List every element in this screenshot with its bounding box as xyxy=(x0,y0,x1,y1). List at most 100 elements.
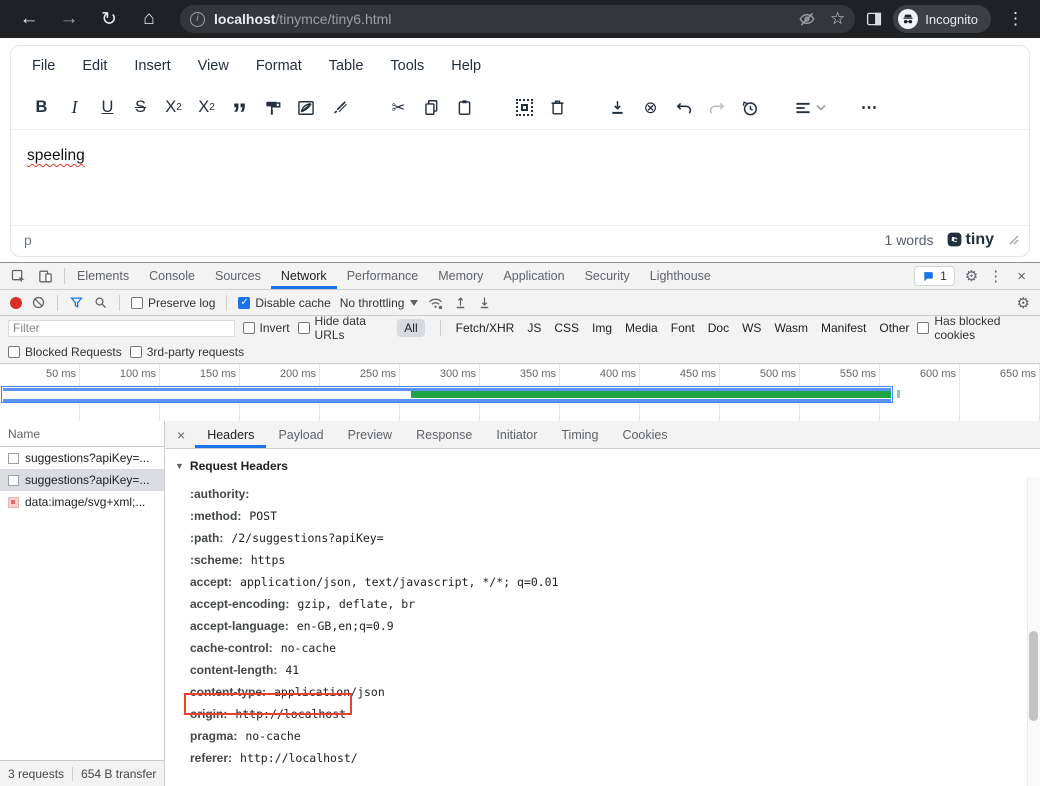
more-toolbar-button[interactable]: ⋯ xyxy=(853,91,886,125)
incognito-badge[interactable]: Incognito xyxy=(893,5,991,33)
underline-button[interactable]: U xyxy=(91,91,124,125)
request-row[interactable]: suggestions?apiKey=... xyxy=(0,447,164,469)
filter-type-doc[interactable]: Doc xyxy=(708,321,729,335)
tab-network[interactable]: Network xyxy=(271,263,337,289)
third-party-requests-checkbox[interactable]: 3rd-party requests xyxy=(130,345,244,359)
select-all-button[interactable] xyxy=(508,91,541,125)
preserve-log-checkbox[interactable]: Preserve log xyxy=(131,296,215,310)
filter-input[interactable] xyxy=(8,320,235,337)
issues-counter[interactable]: 1 xyxy=(914,266,955,286)
resize-handle-icon[interactable] xyxy=(1009,235,1019,245)
filter-type-wasm[interactable]: Wasm xyxy=(774,321,808,335)
disable-cache-checkbox[interactable]: Disable cache xyxy=(238,296,330,310)
tab-payload[interactable]: Payload xyxy=(266,421,335,448)
filter-toggle-icon[interactable] xyxy=(69,295,84,310)
menu-insert[interactable]: Insert xyxy=(134,58,170,74)
site-info-icon[interactable]: i xyxy=(190,12,205,27)
filter-type-media[interactable]: Media xyxy=(625,321,658,335)
tab-timing[interactable]: Timing xyxy=(549,421,610,448)
filter-type-ws[interactable]: WS xyxy=(742,321,761,335)
devtools-menu-icon[interactable]: ⋮ xyxy=(988,267,1003,285)
tab-cookies[interactable]: Cookies xyxy=(610,421,679,448)
invert-checkbox[interactable]: Invert xyxy=(243,321,290,335)
tab-lighthouse[interactable]: Lighthouse xyxy=(640,263,721,289)
request-row[interactable]: data:image/svg+xml;... xyxy=(0,491,164,513)
network-settings-icon[interactable]: ⚙ xyxy=(1017,294,1030,312)
blockquote-button[interactable]: ” xyxy=(223,91,256,125)
menu-format[interactable]: Format xyxy=(256,58,302,74)
side-panel-icon[interactable] xyxy=(865,10,883,28)
devtools-settings-icon[interactable]: ⚙ xyxy=(965,267,978,285)
tab-response[interactable]: Response xyxy=(404,421,484,448)
tab-memory[interactable]: Memory xyxy=(428,263,493,289)
menu-edit[interactable]: Edit xyxy=(82,58,107,74)
paste-button[interactable] xyxy=(448,91,481,125)
import-har-icon[interactable] xyxy=(453,295,468,310)
filter-type-manifest[interactable]: Manifest xyxy=(821,321,866,335)
menu-help[interactable]: Help xyxy=(451,58,481,74)
cut-button[interactable]: ✂ xyxy=(382,91,415,125)
name-column-header[interactable]: Name xyxy=(0,421,164,447)
export-har-icon[interactable] xyxy=(477,295,492,310)
request-headers-section[interactable]: ▼ Request Headers xyxy=(175,455,1020,477)
scrollbar-thumb[interactable] xyxy=(1029,631,1038,721)
tab-headers[interactable]: Headers xyxy=(195,421,266,448)
reload-button[interactable]: ↻ xyxy=(96,8,122,31)
tab-initiator[interactable]: Initiator xyxy=(484,421,549,448)
clear-network-log-icon[interactable] xyxy=(31,295,46,310)
delete-button[interactable] xyxy=(541,91,574,125)
filter-type-js[interactable]: JS xyxy=(527,321,541,335)
undo-button[interactable] xyxy=(667,91,700,125)
export-button[interactable] xyxy=(601,91,634,125)
align-button[interactable] xyxy=(793,91,826,125)
details-scrollbar[interactable] xyxy=(1027,477,1040,786)
request-row-selected[interactable]: suggestions?apiKey=... xyxy=(0,469,164,491)
back-button[interactable]: ← xyxy=(16,8,42,30)
italic-button[interactable]: I xyxy=(58,91,91,125)
has-blocked-cookies-checkbox[interactable]: Has blocked cookies xyxy=(917,314,1032,342)
editor-content[interactable]: speeling xyxy=(11,130,1029,225)
record-button[interactable] xyxy=(10,297,22,309)
filter-type-other[interactable]: Other xyxy=(879,321,909,335)
menu-table[interactable]: Table xyxy=(329,58,364,74)
filter-type-all[interactable]: All xyxy=(397,319,424,337)
permanent-pen-button[interactable] xyxy=(322,91,355,125)
timeline-selection[interactable] xyxy=(1,386,893,403)
misspelled-word[interactable]: speeling xyxy=(27,147,85,164)
devtools-close-icon[interactable]: × xyxy=(1013,268,1030,285)
superscript-button[interactable]: X2 xyxy=(190,91,223,125)
hide-data-urls-checkbox[interactable]: Hide data URLs xyxy=(298,314,390,342)
close-details-icon[interactable]: × xyxy=(165,427,195,443)
url-bar[interactable]: i localhost/tinymce/tiny6.html ☆ xyxy=(180,5,855,33)
restore-draft-button[interactable] xyxy=(733,91,766,125)
edit-image-button[interactable] xyxy=(289,91,322,125)
tab-elements[interactable]: Elements xyxy=(67,263,139,289)
tab-console[interactable]: Console xyxy=(139,263,205,289)
copy-button[interactable] xyxy=(415,91,448,125)
tab-sources[interactable]: Sources xyxy=(205,263,271,289)
inspect-element-icon[interactable] xyxy=(10,268,27,285)
format-painter-button[interactable] xyxy=(256,91,289,125)
search-icon[interactable] xyxy=(93,295,108,310)
bookmark-star-icon[interactable]: ☆ xyxy=(830,9,845,29)
redo-button[interactable] xyxy=(700,91,733,125)
element-path[interactable]: p xyxy=(24,232,32,248)
forward-button[interactable]: → xyxy=(56,8,82,30)
filter-type-fetchxhr[interactable]: Fetch/XHR xyxy=(456,321,515,335)
tab-security[interactable]: Security xyxy=(575,263,640,289)
home-button[interactable]: ⌂ xyxy=(136,8,162,30)
tab-application[interactable]: Application xyxy=(493,263,574,289)
filter-type-css[interactable]: CSS xyxy=(554,321,579,335)
eye-off-icon[interactable] xyxy=(798,10,816,28)
browser-menu-icon[interactable]: ⋮ xyxy=(1001,9,1030,29)
menu-tools[interactable]: Tools xyxy=(390,58,424,74)
strikethrough-button[interactable]: S xyxy=(124,91,157,125)
menu-file[interactable]: File xyxy=(32,58,55,74)
filter-type-img[interactable]: Img xyxy=(592,321,612,335)
network-conditions-icon[interactable] xyxy=(427,294,444,311)
tab-preview[interactable]: Preview xyxy=(336,421,404,448)
throttling-dropdown[interactable]: No throttling xyxy=(340,296,419,310)
subscript-button[interactable]: X2 xyxy=(157,91,190,125)
menu-view[interactable]: View xyxy=(198,58,229,74)
blocked-requests-checkbox[interactable]: Blocked Requests xyxy=(8,345,122,359)
